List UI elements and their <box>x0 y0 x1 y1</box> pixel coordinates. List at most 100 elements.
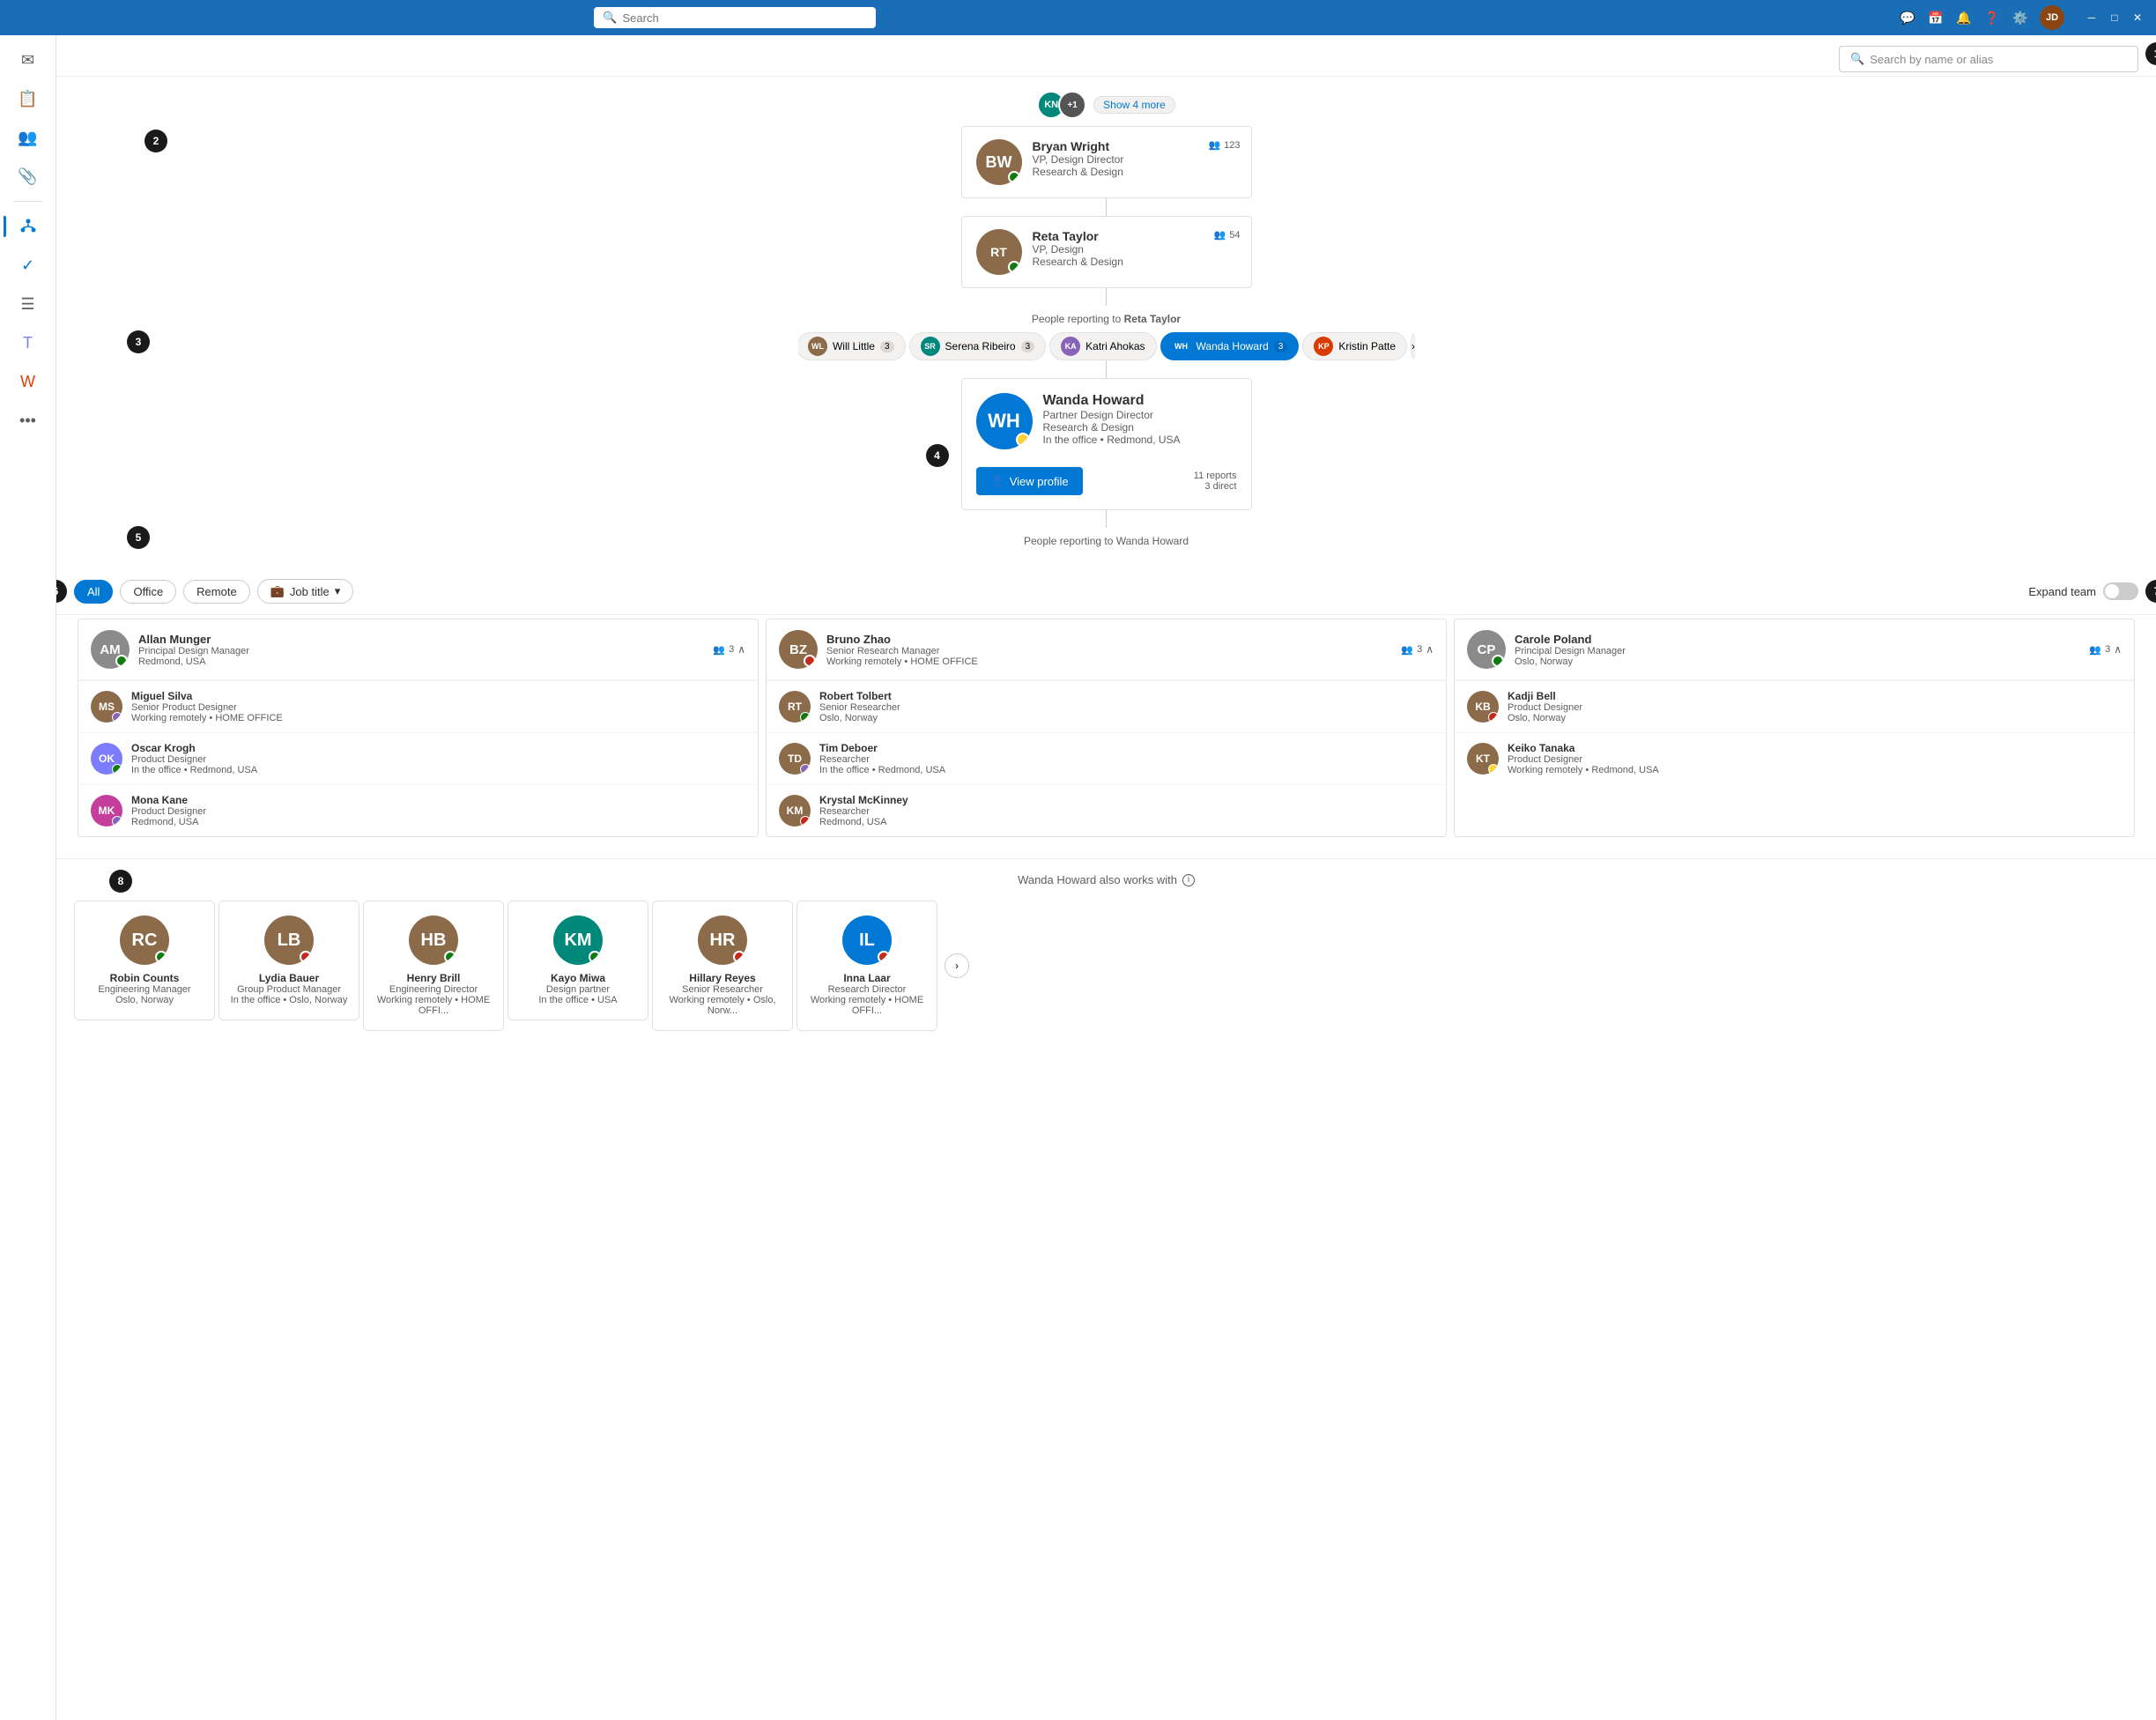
alias-search-icon: 🔍 <box>1850 52 1864 66</box>
report-tab-katri[interactable]: KA Katri Ahokas <box>1049 332 1156 360</box>
reports-count: 11 reports 3 direct <box>1194 471 1237 492</box>
robert-title: Senior Researcher <box>819 702 1434 713</box>
collab-card-kayo[interactable]: KM Kayo Miwa Design partner In the offic… <box>508 901 648 1020</box>
expand-team-toggle[interactable]: Expand team <box>2028 582 2138 600</box>
sidebar-item-list[interactable]: ☰ <box>11 286 46 322</box>
also-works-section: 8 Wanda Howard also works with i RC Robi… <box>56 858 2156 1045</box>
sidebar-item-more[interactable]: ••• <box>11 403 46 438</box>
carole-poland-header[interactable]: CP Carole Poland Principal Design Manage… <box>1455 619 2134 680</box>
sidebar-item-mail[interactable]: ✉ <box>11 42 46 78</box>
robert-avatar: RT <box>779 691 811 723</box>
collab-card-lydia[interactable]: LB Lydia Bauer Group Product Manager In … <box>219 901 359 1020</box>
hillary-avatar: HR <box>698 916 747 965</box>
reta-taylor-dept: Research & Design <box>1033 256 1237 268</box>
bruno-status <box>804 655 816 667</box>
collab-card-hillary[interactable]: HR Hillary Reyes Senior Researcher Worki… <box>652 901 793 1031</box>
reporting-to-wanda-label: People reporting to Wanda Howard <box>74 535 2138 547</box>
sidebar-item-attach[interactable]: 📎 <box>11 159 46 194</box>
expand-icon-1[interactable]: ∧ <box>737 643 745 656</box>
team-column-3: CP Carole Poland Principal Design Manage… <box>1454 619 2135 837</box>
allan-title: Principal Design Manager <box>138 646 704 656</box>
allan-info: Allan Munger Principal Design Manager Re… <box>138 633 704 667</box>
mona-kane-row[interactable]: MK Mona Kane Product Designer Redmond, U… <box>78 784 758 836</box>
robin-location: Oslo, Norway <box>85 995 204 1005</box>
minimize-button[interactable]: ─ <box>2082 8 2101 27</box>
alias-search[interactable]: 🔍 Search by name or alias <box>1839 46 2138 72</box>
annotation-5: 5 <box>127 526 150 549</box>
collab-card-robin[interactable]: RC Robin Counts Engineering Manager Oslo… <box>74 901 215 1020</box>
job-title-dropdown[interactable]: 💼 Job title ▾ <box>257 579 354 604</box>
maximize-button[interactable]: □ <box>2105 8 2124 27</box>
hillary-status <box>733 951 745 963</box>
robert-location: Oslo, Norway <box>819 713 1434 723</box>
filter-office-button[interactable]: Office <box>120 580 176 604</box>
collab-card-henry[interactable]: HB Henry Brill Engineering Director Work… <box>363 901 504 1031</box>
sidebar-item-org[interactable] <box>11 209 46 244</box>
chat-icon[interactable]: 💬 <box>1899 9 1916 26</box>
oscar-location: In the office • Redmond, USA <box>131 765 745 775</box>
tim-deboer-row[interactable]: TD Tim Deboer Researcher In the office •… <box>767 732 1446 784</box>
also-works-label: Wanda Howard also works with i <box>74 873 2138 886</box>
krystal-mckinney-row[interactable]: KM Krystal McKinney Researcher Redmond, … <box>767 784 1446 836</box>
wanda-title: Partner Design Director <box>1043 409 1181 421</box>
robin-name: Robin Counts <box>85 972 204 984</box>
expand-team-label: Expand team <box>2028 585 2096 598</box>
collab-card-inna[interactable]: IL Inna Laar Research Director Working r… <box>796 901 937 1031</box>
tim-title: Researcher <box>819 754 1434 765</box>
inna-status <box>878 951 890 963</box>
title-bar: 🔍 💬 📅 🔔 ❓ ⚙️ JD ─ □ ✕ <box>0 0 2156 35</box>
keiko-tanaka-row[interactable]: KT Keiko Tanaka Product Designer Working… <box>1455 732 2134 784</box>
question-icon[interactable]: ❓ <box>1983 9 2001 26</box>
kristin-name: Kristin Patte <box>1338 340 1396 352</box>
miguel-silva-row[interactable]: MS Miguel Silva Senior Product Designer … <box>78 680 758 732</box>
more-tabs-button[interactable]: › <box>1411 334 1414 359</box>
keiko-location: Working remotely • Redmond, USA <box>1508 765 2122 775</box>
annotation-8: 8 <box>109 870 132 893</box>
bruno-avatar: BZ <box>779 630 818 669</box>
sidebar-item-people[interactable]: 👥 <box>11 120 46 155</box>
sidebar-item-calendar[interactable]: 📋 <box>11 81 46 116</box>
robert-tolbert-row[interactable]: RT Robert Tolbert Senior Researcher Oslo… <box>767 680 1446 732</box>
close-button[interactable]: ✕ <box>2128 8 2147 27</box>
sidebar-item-teams[interactable]: T <box>11 325 46 360</box>
bruno-title: Senior Research Manager <box>826 646 1392 656</box>
search-bar[interactable]: 🔍 <box>594 7 876 28</box>
settings-icon[interactable]: ⚙️ <box>2012 9 2029 26</box>
expand-icon-3[interactable]: ∧ <box>2114 643 2122 656</box>
user-avatar[interactable]: JD <box>2040 5 2064 30</box>
job-icon: 💼 <box>270 584 285 598</box>
wanda-card-top: WH Wanda Howard Partner Design Director … <box>976 393 1237 449</box>
annotation-1: 1 <box>2145 42 2156 65</box>
bruno-zhao-header[interactable]: BZ Bruno Zhao Senior Research Manager Wo… <box>767 619 1446 680</box>
sidebar-item-check[interactable]: ✓ <box>11 248 46 283</box>
report-tab-wanda[interactable]: WH Wanda Howard 3 <box>1160 332 1300 360</box>
henry-location: Working remotely • HOME OFFI... <box>374 995 493 1016</box>
info-icon[interactable]: i <box>1182 874 1195 886</box>
report-tab-will[interactable]: WL Will Little 3 <box>798 332 906 360</box>
filter-remote-button[interactable]: Remote <box>183 580 250 604</box>
sidebar-item-office[interactable]: W <box>11 364 46 399</box>
expand-toggle-switch[interactable] <box>2103 582 2138 600</box>
kadji-bell-row[interactable]: KB Kadji Bell Product Designer Oslo, Nor… <box>1455 680 2134 732</box>
oscar-krogh-row[interactable]: OK Oscar Krogh Product Designer In the o… <box>78 732 758 784</box>
krystal-location: Redmond, USA <box>819 817 1434 827</box>
kadji-status <box>1488 712 1499 723</box>
expand-icon-2[interactable]: ∧ <box>1426 643 1434 656</box>
search-input[interactable] <box>623 11 868 25</box>
show-more-button[interactable]: Show 4 more <box>1093 96 1175 114</box>
allan-munger-header[interactable]: AM Allan Munger Principal Design Manager… <box>78 619 758 680</box>
calendar-icon[interactable]: 📅 <box>1927 9 1945 26</box>
carole-title: Principal Design Manager <box>1515 646 2080 656</box>
mona-status <box>112 816 122 827</box>
people-icon: 👥 <box>1208 139 1220 151</box>
nav-next-button[interactable]: › <box>945 953 969 978</box>
krystal-avatar: KM <box>779 795 811 827</box>
filter-bar: 6 All Office Remote 💼 Job title ▾ Expand… <box>56 568 2156 615</box>
person-card-bryan-wright: BW Bryan Wright VP, Design Director Rese… <box>961 126 1252 198</box>
filter-all-button[interactable]: All <box>74 580 113 604</box>
view-profile-button[interactable]: 👤 View profile <box>976 467 1083 495</box>
report-tab-serena[interactable]: SR Serena Ribeiro 3 <box>909 332 1047 360</box>
bell-icon[interactable]: 🔔 <box>1955 9 1973 26</box>
reporting-tabs: WL Will Little 3 SR Serena Ribeiro 3 KA … <box>798 332 1415 360</box>
report-tab-kristin[interactable]: KP Kristin Patte <box>1302 332 1407 360</box>
